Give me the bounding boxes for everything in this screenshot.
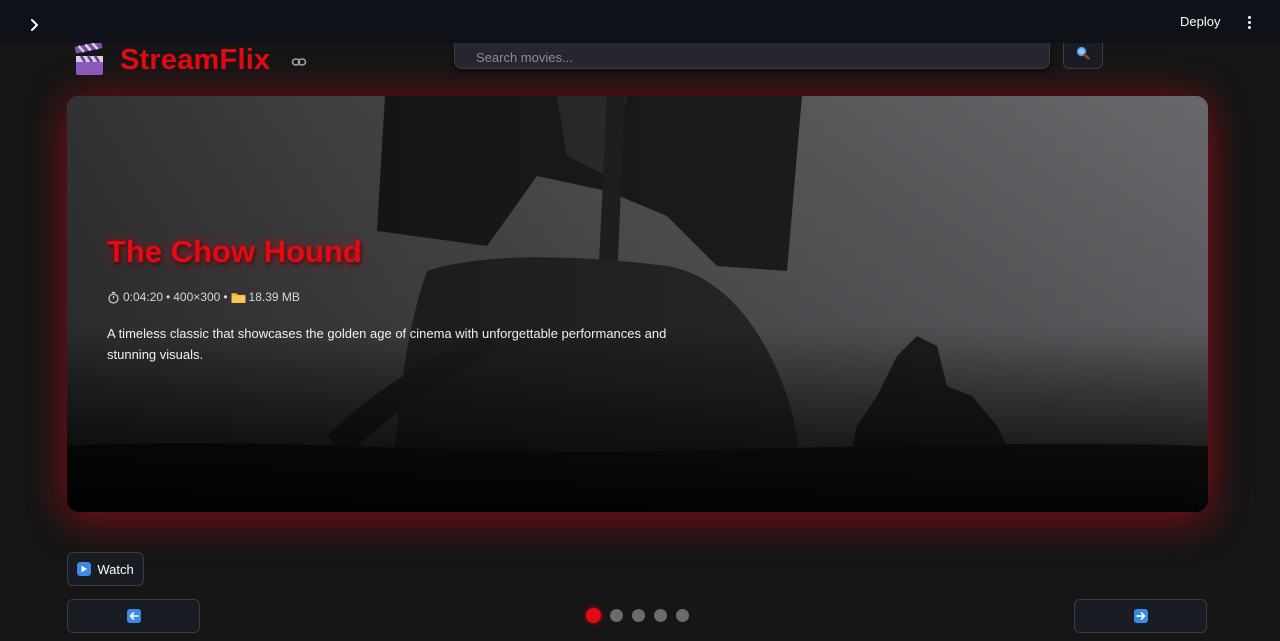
deploy-button[interactable]: Deploy xyxy=(1180,11,1220,33)
next-slide-button[interactable] xyxy=(1074,599,1207,633)
watch-button[interactable]: Watch xyxy=(67,552,144,586)
movie-description: A timeless classic that showcases the go… xyxy=(107,326,667,362)
carousel-dot[interactable] xyxy=(654,608,667,622)
carousel-dot[interactable] xyxy=(586,607,601,623)
carousel-dot[interactable] xyxy=(676,608,689,622)
right-arrow-icon xyxy=(1133,609,1148,623)
vertical-ellipsis-icon xyxy=(1247,15,1251,19)
main-menu-button[interactable] xyxy=(1242,12,1256,32)
movie-title: The Chow Hound xyxy=(107,234,362,269)
movie-resolution: 400×300 xyxy=(173,290,221,304)
movie-duration: 0:04:20 xyxy=(123,290,164,304)
stopwatch-icon xyxy=(108,291,119,304)
carousel-dot[interactable] xyxy=(632,608,645,622)
carousel-pagination xyxy=(586,607,689,623)
meta-separator: • xyxy=(166,290,171,304)
previous-slide-button[interactable] xyxy=(67,599,200,633)
carousel-dot[interactable] xyxy=(610,608,623,622)
watch-button-label: Watch xyxy=(97,561,134,577)
movie-file-size: 18.39 MB xyxy=(248,290,300,304)
sidebar-toggle-button[interactable] xyxy=(27,15,43,35)
meta-separator: • xyxy=(223,290,228,304)
app-title: StreamFlix xyxy=(120,44,271,76)
left-arrow-icon xyxy=(126,609,141,623)
magnifier-icon xyxy=(1076,46,1090,60)
movie-backdrop-image xyxy=(67,96,1208,512)
folder-icon xyxy=(231,292,245,303)
chevron-right-icon xyxy=(31,19,38,31)
app-root: Deploy StreamFlix Search movies... The C… xyxy=(0,0,1280,641)
featured-movie-banner: The Chow Hound 0:04:20 • 400×300 • 18.39… xyxy=(67,96,1208,512)
clapper-board-icon xyxy=(74,43,103,75)
top-toolbar: Deploy xyxy=(0,0,1280,43)
play-button-icon xyxy=(77,562,92,576)
link-icon[interactable] xyxy=(291,55,307,69)
movie-metadata: 0:04:20 • 400×300 • 18.39 MB xyxy=(107,290,300,304)
